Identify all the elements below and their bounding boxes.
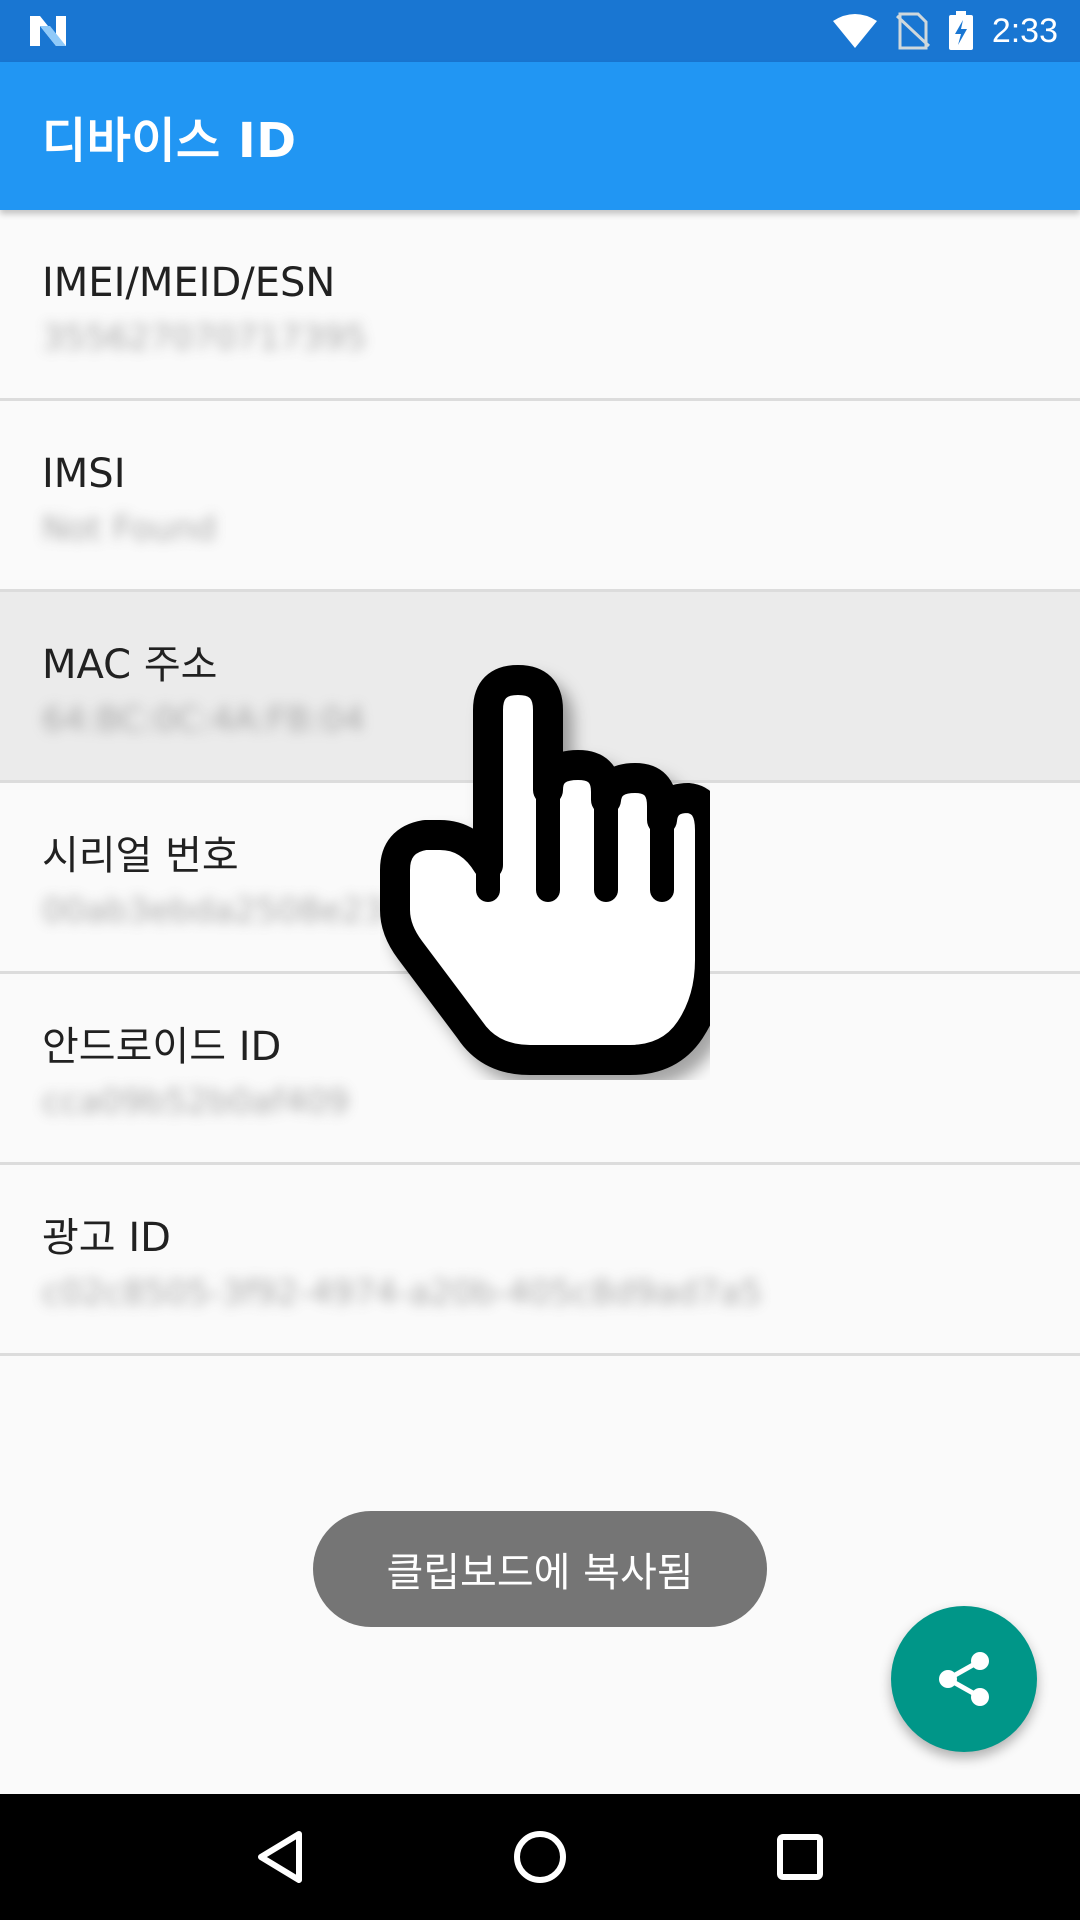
item-title: IMEI/MEID/ESN bbox=[42, 260, 336, 306]
toast-copied: 클립보드에 복사됨 bbox=[313, 1511, 767, 1627]
navigation-bar bbox=[0, 1794, 1080, 1920]
notification-n-icon bbox=[30, 16, 66, 46]
item-title: 광고 ID bbox=[42, 1215, 171, 1261]
wifi-icon bbox=[832, 14, 877, 48]
no-sim-icon bbox=[895, 12, 930, 50]
toast-text: 클립보드에 복사됨 bbox=[386, 1550, 694, 1596]
share-button[interactable] bbox=[891, 1606, 1037, 1752]
recents-button[interactable] bbox=[755, 1812, 845, 1902]
home-button[interactable] bbox=[495, 1812, 585, 1902]
page-title: 디바이스 ID bbox=[42, 113, 297, 169]
list-item-advertising-id[interactable]: 광고 ID c02c8505-3f92-4974-a20b-405c8d9ad7… bbox=[0, 1165, 1080, 1356]
pointing-hand-icon bbox=[380, 665, 710, 1075]
battery-charging-icon bbox=[948, 11, 973, 50]
home-icon bbox=[514, 1831, 566, 1883]
item-value: 355627070717395 bbox=[42, 318, 367, 358]
item-value: c02c8505-3f92-4974-a20b-405c8d9ad7a5 bbox=[42, 1273, 763, 1313]
status-time: 2:33 bbox=[991, 11, 1058, 50]
item-title: IMSI bbox=[42, 451, 126, 497]
back-icon bbox=[258, 1831, 302, 1883]
list-item-imei[interactable]: IMEI/MEID/ESN 355627070717395 bbox=[0, 210, 1080, 401]
status-bar: 2:33 bbox=[0, 0, 1080, 62]
item-value: cca09b52b0af409 bbox=[42, 1082, 350, 1122]
list-item-imsi[interactable]: IMSI Not Found bbox=[0, 401, 1080, 592]
share-icon bbox=[939, 1652, 989, 1706]
back-button[interactable] bbox=[235, 1812, 325, 1902]
recents-icon bbox=[777, 1834, 823, 1880]
app-bar: 디바이스 ID bbox=[0, 62, 1080, 210]
item-value: Not Found bbox=[42, 509, 217, 549]
